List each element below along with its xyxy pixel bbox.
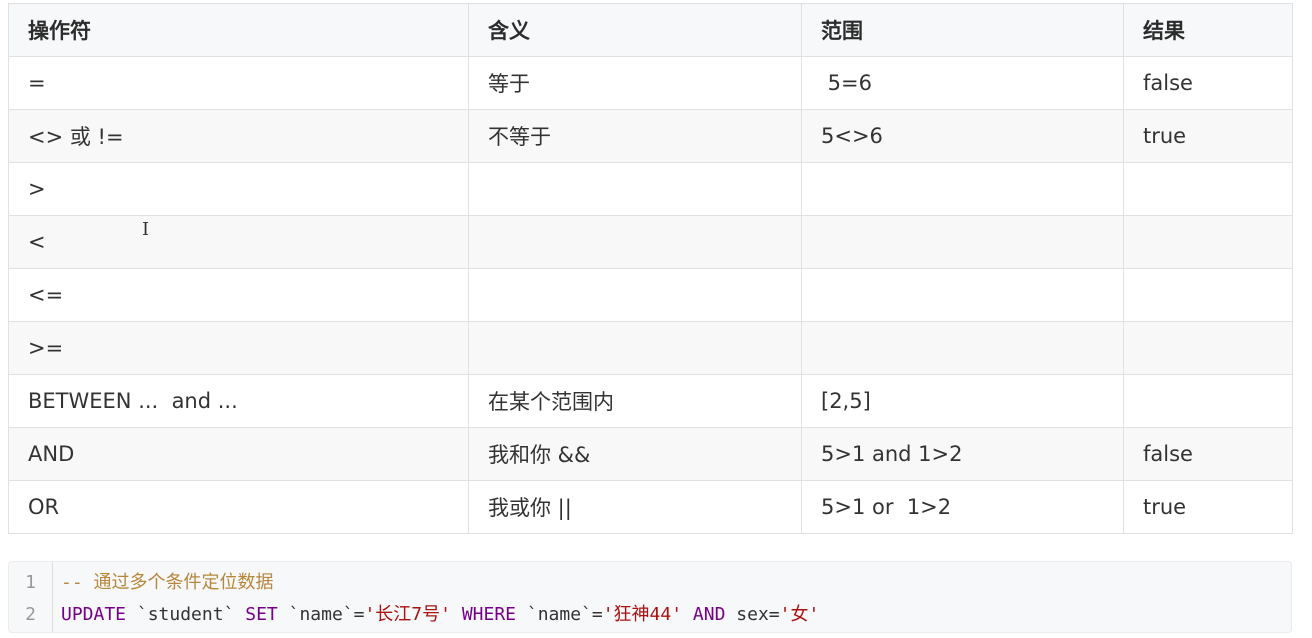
code-comment: -- 通过多个条件定位数据 — [61, 572, 274, 593]
table-row: OR 我或你 || 5>1 or 1>2 true — [8, 480, 1293, 534]
cell-operator: <> 或 != — [8, 109, 469, 163]
cell-result — [1123, 215, 1293, 269]
cell-result — [1123, 321, 1293, 375]
cell-range: [2,5] — [801, 374, 1124, 428]
cell-operator: < — [8, 215, 469, 269]
cell-meaning: 我或你 || — [468, 480, 802, 534]
code-block: 1 2 -- 通过多个条件定位数据 UPDATE `student` SET `… — [8, 561, 1292, 633]
cell-result: false — [1123, 56, 1293, 110]
code-string: '长江7号' — [364, 604, 451, 625]
table-row: > — [8, 162, 1293, 216]
cell-range — [801, 162, 1124, 216]
cell-meaning: 在某个范围内 — [468, 374, 802, 428]
cell-meaning: 不等于 — [468, 109, 802, 163]
table-row: <= — [8, 268, 1293, 322]
cell-result: true — [1123, 480, 1293, 534]
code-lines: -- 通过多个条件定位数据 UPDATE `student` SET `name… — [53, 562, 819, 632]
text-cursor-icon: I — [142, 219, 150, 240]
code-keyword: SET — [245, 604, 278, 625]
cell-operator: BETWEEN ... and ... — [8, 374, 469, 428]
cell-result — [1123, 162, 1293, 216]
cell-range — [801, 268, 1124, 322]
header-operator: 操作符 — [8, 3, 469, 57]
code-keyword: UPDATE — [61, 604, 127, 625]
operator-table: 操作符 含义 范围 结果 = 等于 5=6 false <> 或 != 不等于 … — [8, 3, 1293, 534]
cell-operator: <= — [8, 268, 469, 322]
cell-result: false — [1123, 427, 1293, 481]
table-row: AND 我和你 && 5>1 and 1>2 false — [8, 427, 1293, 481]
table-header-row: 操作符 含义 范围 结果 — [8, 3, 1293, 57]
cell-operator: OR — [8, 480, 469, 534]
table-row: BETWEEN ... and ... 在某个范围内 [2,5] — [8, 374, 1293, 428]
line-number: 1 — [25, 572, 36, 593]
cell-meaning — [468, 268, 802, 322]
cell-range — [801, 215, 1124, 269]
cell-operator: >= — [8, 321, 469, 375]
cell-meaning: 等于 — [468, 56, 802, 110]
table-row: >= — [8, 321, 1293, 375]
code-keyword: WHERE — [461, 604, 517, 625]
cell-meaning — [468, 215, 802, 269]
cell-result — [1123, 374, 1293, 428]
code-string: '狂神44' — [602, 604, 683, 625]
header-meaning: 含义 — [468, 3, 802, 57]
code-line: UPDATE `student` SET `name`='长江7号' WHERE… — [61, 599, 819, 631]
code-text: `student` — [126, 604, 246, 625]
line-number: 2 — [25, 604, 36, 625]
cell-result — [1123, 268, 1293, 322]
cell-meaning: 我和你 && — [468, 427, 802, 481]
cell-range: 5=6 — [801, 56, 1124, 110]
cell-operator: = — [8, 56, 469, 110]
cell-operator: AND — [8, 427, 469, 481]
table-row: < — [8, 215, 1293, 269]
table-row: <> 或 != 不等于 5<>6 true — [8, 109, 1293, 163]
cell-meaning — [468, 321, 802, 375]
table-row: = 等于 5=6 false — [8, 56, 1293, 110]
cell-meaning — [468, 162, 802, 216]
cell-result: true — [1123, 109, 1293, 163]
cell-range: 5<>6 — [801, 109, 1124, 163]
header-result: 结果 — [1123, 3, 1293, 57]
code-string: '女' — [779, 604, 820, 625]
code-text: `name`= — [277, 604, 365, 625]
cell-range: 5>1 and 1>2 — [801, 427, 1124, 481]
code-line: -- 通过多个条件定位数据 — [61, 567, 819, 599]
code-keyword: AND — [692, 604, 726, 625]
cell-operator: > — [8, 162, 469, 216]
cell-range: 5>1 or 1>2 — [801, 480, 1124, 534]
code-text: sex= — [725, 604, 780, 625]
line-number-gutter: 1 2 — [9, 562, 53, 632]
code-text: `name`= — [516, 604, 603, 625]
cell-range — [801, 321, 1124, 375]
header-range: 范围 — [801, 3, 1124, 57]
